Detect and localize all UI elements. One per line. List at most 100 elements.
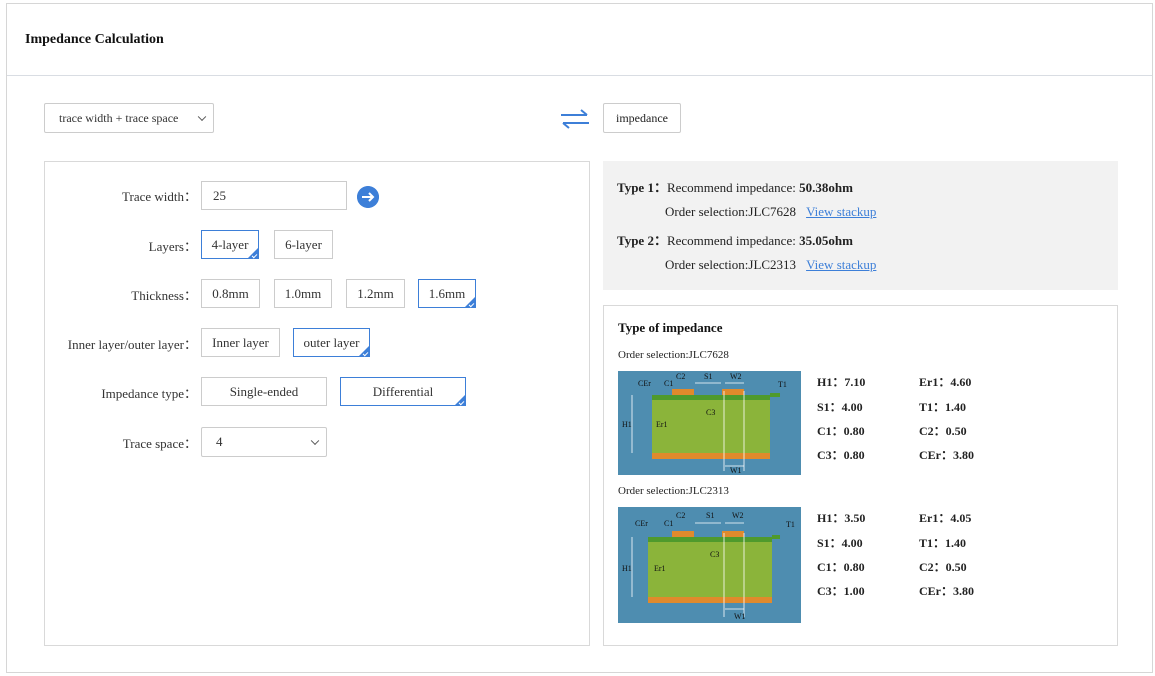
trace-width-input[interactable]: 25 (201, 181, 347, 210)
param-c2: C2：0.50 (919, 560, 967, 574)
trace-space-value: 4 (216, 434, 223, 449)
input-form-panel: Trace width： 25 Layers： 4-layer 6-layer … (44, 161, 590, 646)
diagram-label-t1: T1 (786, 520, 795, 529)
impedance-type-label: Impedance type： (101, 386, 197, 401)
type-of-impedance-title: Type of impedance (618, 320, 723, 335)
inner-layer-label: Inner layer (212, 334, 269, 350)
diagram-label-cer: CEr (638, 379, 651, 388)
param-c3: C3：1.00 (817, 584, 865, 598)
param-s1: S1：4.00 (817, 536, 863, 550)
stackup-caption: Order selection:JLC2313 (618, 485, 729, 497)
recommend-text: Recommend impedance: (666, 233, 800, 248)
stackup-diagram-svg: CEr C1 C2 S1 W2 T1 C3 H1 Er1 W1 (622, 511, 795, 621)
order-selection-text: Order selection:JLC7628 (665, 204, 797, 219)
diagram-label-c2: C2 (676, 511, 685, 520)
arrow-right-circle-icon[interactable] (357, 186, 379, 208)
inner-layer-option[interactable]: Inner layer (201, 328, 280, 357)
check-icon (251, 252, 258, 259)
recommend-impedance-value: 50.38ohm (799, 180, 853, 195)
recommend-impedance-value: 35.05ohm (799, 233, 853, 248)
outer-layer-option[interactable]: outer layer (293, 328, 370, 357)
result-type-2: Type 2：Recommend impedance: 35.05ohm (617, 230, 853, 249)
diagram-label-c3: C3 (706, 408, 715, 417)
swap-icon[interactable] (559, 108, 591, 130)
result-type-label: Type 2： (617, 233, 667, 248)
stackup-diagram: CEr C1 C2 S1 W2 T1 C3 H1 Er1 W1 (618, 507, 801, 623)
result-panel: Type 1：Recommend impedance: 50.38ohm Ord… (603, 161, 1118, 290)
single-ended-label: Single-ended (229, 383, 299, 399)
param-s1: S1：4.00 (817, 400, 863, 414)
param-c1: C1：0.80 (817, 424, 865, 438)
diagram-label-w2: W2 (730, 372, 742, 381)
thickness-option-1-0[interactable]: 1.0mm (274, 279, 332, 308)
differential-option[interactable]: Differential (340, 377, 466, 406)
param-c2: C2：0.50 (919, 424, 967, 438)
page-title: Impedance Calculation (25, 32, 164, 47)
param-cer: CEr：3.80 (919, 584, 974, 598)
thickness-label: Thickness： (131, 288, 197, 303)
thickness-option-label: 1.2mm (357, 285, 394, 301)
outer-layer-label: outer layer (303, 334, 360, 350)
param-c1: C1：0.80 (817, 560, 865, 574)
check-icon (468, 301, 475, 308)
result-type-1: Type 1：Recommend impedance: 50.38ohm (617, 177, 853, 196)
thickness-option-1-6[interactable]: 1.6mm (418, 279, 476, 308)
order-selection-text: Order selection:JLC2313 (665, 257, 797, 272)
result-type-label: Type 1： (617, 180, 667, 195)
mode-select[interactable]: trace width + trace space (44, 103, 214, 133)
diagram-label-s1: S1 (706, 511, 714, 520)
check-icon (362, 350, 369, 357)
check-icon (458, 399, 465, 406)
result-order-1: Order selection:JLC7628 View stackup (665, 204, 876, 220)
view-stackup-link[interactable]: View stackup (806, 257, 876, 272)
diagram-label-s1: S1 (704, 372, 712, 381)
view-stackup-link[interactable]: View stackup (806, 204, 876, 219)
layers-option-4-label: 4-layer (211, 236, 249, 252)
param-er1: Er1：4.05 (919, 511, 972, 525)
diagram-label-er1: Er1 (654, 564, 666, 573)
thickness-option-0-8[interactable]: 0.8mm (201, 279, 260, 308)
thickness-option-label: 0.8mm (212, 285, 249, 301)
target-label: impedance (616, 110, 668, 125)
layer-side-label: Inner layer/outer layer： (67, 337, 197, 352)
result-order-2: Order selection:JLC2313 View stackup (665, 257, 876, 273)
diagram-label-cer: CEr (635, 519, 648, 528)
layers-option-6[interactable]: 6-layer (274, 230, 333, 259)
diagram-label-w2: W2 (732, 511, 744, 520)
page-header: Impedance Calculation (7, 4, 1152, 76)
diagram-label-t1: T1 (778, 380, 787, 389)
chevron-down-icon (197, 112, 207, 122)
diagram-label-er1: Er1 (656, 420, 668, 429)
layers-option-6-label: 6-layer (285, 236, 322, 252)
param-h1: H1：3.50 (817, 511, 866, 525)
param-cer: CEr：3.80 (919, 448, 974, 462)
param-c3: C3：0.80 (817, 448, 865, 462)
target-impedance-tag: impedance (603, 103, 681, 133)
trace-width-label: Trace width： (122, 189, 197, 204)
recommend-text: Recommend impedance: (666, 180, 800, 195)
thickness-option-label: 1.0mm (284, 285, 322, 301)
diagram-label-c1: C1 (664, 519, 673, 528)
type-of-impedance-panel: Type of impedance Order selection:JLC762… (603, 305, 1118, 646)
diagram-label-w1: W1 (734, 612, 746, 621)
diagram-label-c3: C3 (710, 550, 719, 559)
diagram-label-c1: C1 (664, 379, 673, 388)
layers-option-4[interactable]: 4-layer (201, 230, 259, 259)
param-t1: T1：1.40 (919, 400, 967, 414)
diagram-label-c2: C2 (676, 372, 685, 381)
thickness-option-label: 1.6mm (428, 285, 466, 301)
param-h1: H1：7.10 (817, 375, 866, 389)
param-er1: Er1：4.60 (919, 375, 972, 389)
trace-space-select[interactable]: 4 (201, 427, 327, 457)
stackup-diagram: CEr C1 C2 S1 W2 T1 C3 H1 Er1 W1 (618, 371, 801, 475)
single-ended-option[interactable]: Single-ended (201, 377, 327, 406)
mode-select-value: trace width + trace space (59, 110, 179, 125)
trace-space-label: Trace space： (122, 436, 197, 451)
thickness-option-1-2[interactable]: 1.2mm (346, 279, 405, 308)
param-t1: T1：1.40 (919, 536, 967, 550)
diagram-label-w1: W1 (730, 466, 742, 475)
chevron-down-icon (310, 436, 320, 446)
diagram-label-h1: H1 (622, 564, 632, 573)
differential-label: Differential (372, 383, 434, 399)
trace-width-value: 25 (213, 187, 226, 203)
